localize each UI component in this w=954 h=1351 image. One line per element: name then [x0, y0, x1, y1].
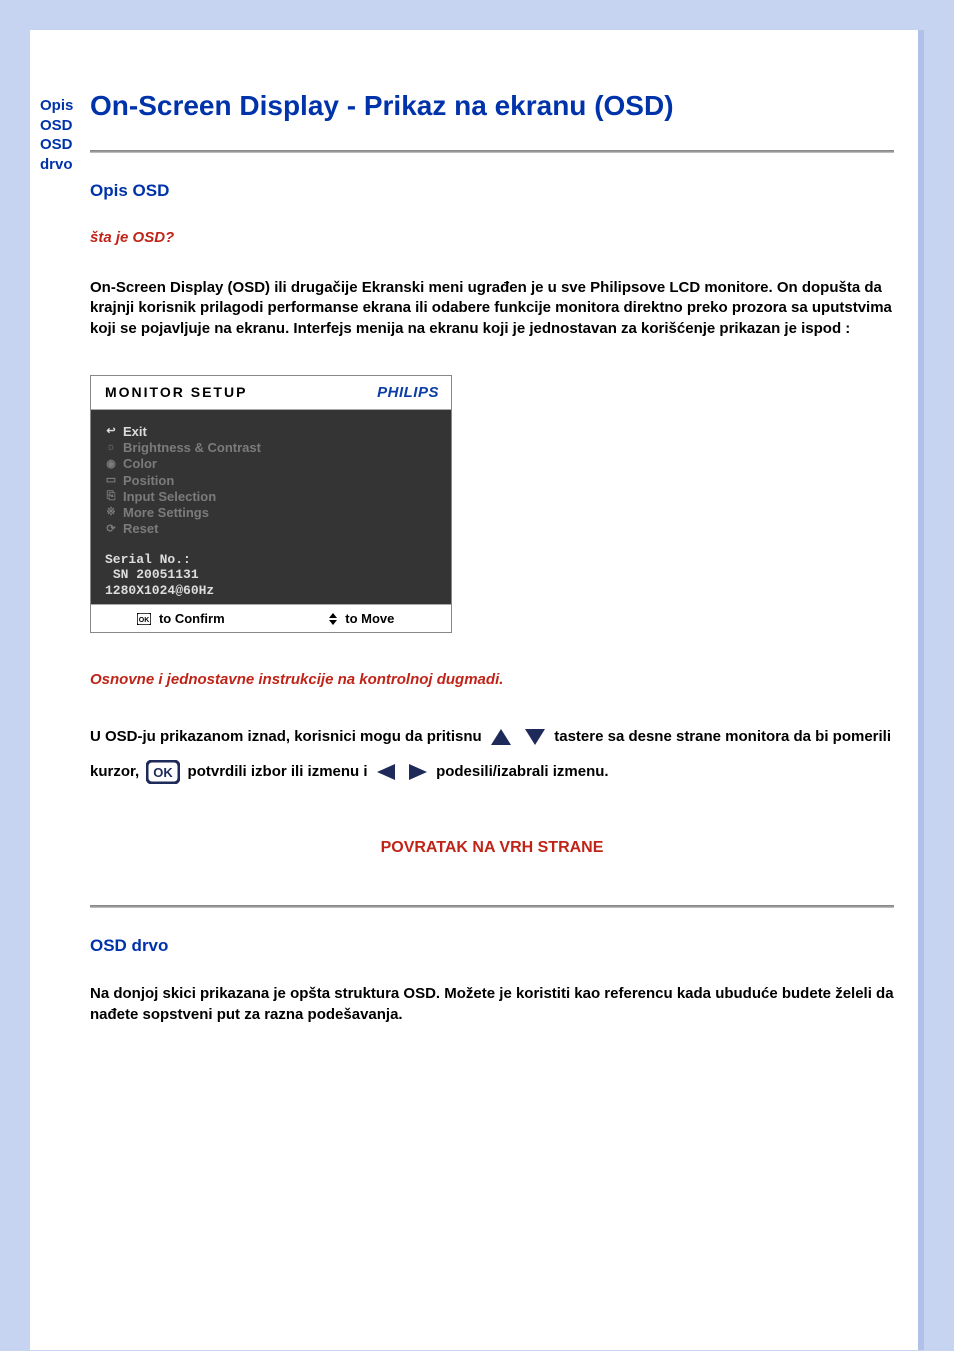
down-arrow-icon [523, 727, 547, 747]
left-arrow-icon [375, 762, 397, 782]
rect-icon: ▭ [105, 474, 117, 488]
osd-menu-item: ▭ Position [105, 473, 437, 489]
instr-text-1: U OSD-ju prikazanom iznad, korisnici mog… [90, 728, 486, 745]
up-arrow-icon [489, 727, 513, 747]
osd-serial-value: SN 20051131 [113, 567, 199, 582]
io-icon: ⎘ [105, 490, 117, 504]
intro-paragraph: On-Screen Display (OSD) ili drugačije Ek… [90, 278, 894, 339]
instructions-paragraph: U OSD-ju prikazanom iznad, korisnici mog… [90, 720, 894, 789]
osd-menu-item-label: Position [123, 473, 174, 489]
back-to-top-link[interactable]: POVRATAK NA VRH STRANE [381, 839, 604, 856]
osd-menu-item-label: Brightness & Contrast [123, 440, 261, 456]
instr-text-4: podesili/izabrali izmenu. [436, 763, 609, 780]
divider [90, 905, 894, 908]
sidebar-link-opis-osd[interactable]: Opis OSD [40, 96, 90, 135]
osd-header: MONITOR SETUP PHILIPS [91, 376, 451, 410]
up-down-icon [328, 613, 338, 625]
osd-menu-item: ◉ Color [105, 456, 437, 472]
ok-button-icon: OK [146, 760, 180, 784]
osd-brand-logo: PHILIPS [377, 384, 439, 401]
ok-square-icon: OK [137, 613, 151, 625]
osd-footer: OK to Confirm to Move [91, 604, 451, 632]
main-content: On-Screen Display - Prikaz na ekranu (OS… [90, 90, 908, 1061]
osd-footer-confirm: OK to Confirm [91, 611, 271, 626]
back-to-top: POVRATAK NA VRH STRANE [90, 839, 894, 857]
osd-screenshot: MONITOR SETUP PHILIPS ↩ Exit ☼ Brightness &… [90, 375, 452, 634]
sun-icon: ☼ [105, 441, 117, 455]
osd-footer-move: to Move [271, 611, 451, 626]
osd-menu-item-label: Color [123, 456, 157, 472]
osd-menu-item-label: More Settings [123, 505, 209, 521]
osd-menu-item-label: Reset [123, 521, 158, 537]
osd-menu-body: ↩ Exit ☼ Brightness & Contrast ◉ Color ▭ Positi… [91, 410, 451, 605]
divider [90, 150, 894, 153]
osd-drvo-paragraph: Na donjoj skici prikazana je opšta struk… [90, 984, 894, 1025]
subheading-sta-je-osd: šta je OSD? [90, 229, 894, 246]
osd-menu-item: ※ More Settings [105, 505, 437, 521]
osd-resolution: 1280X1024@60Hz [105, 583, 214, 598]
sidebar-link-osd-drvo[interactable]: OSD drvo [40, 135, 90, 174]
osd-menu-item: ☼ Brightness & Contrast [105, 440, 437, 456]
sidebar: Opis OSD OSD drvo [40, 90, 90, 174]
svg-text:OK: OK [154, 765, 174, 780]
gear-icon: ※ [105, 506, 117, 520]
page-title: On-Screen Display - Prikaz na ekranu (OS… [90, 90, 894, 122]
right-arrow-icon [407, 762, 429, 782]
osd-menu-item: ⎘ Input Selection [105, 489, 437, 505]
section-heading-opis-osd: Opis OSD [90, 181, 894, 201]
back-icon: ↩ [105, 425, 117, 439]
osd-title: MONITOR SETUP [105, 384, 247, 400]
osd-serial-block: Serial No.: SN 20051131 1280X1024@60Hz [105, 552, 437, 599]
section-heading-osd-drvo: OSD drvo [90, 936, 894, 956]
svg-text:OK: OK [139, 617, 150, 624]
osd-menu-item-label: Input Selection [123, 489, 216, 505]
osd-menu-item: ⟳ Reset [105, 521, 437, 537]
osd-serial-label: Serial No.: [105, 552, 191, 567]
circle-icon: ◉ [105, 458, 117, 472]
page: Opis OSD OSD drvo On-Screen Display - Pr… [30, 30, 924, 1350]
reset-icon: ⟳ [105, 523, 117, 537]
osd-menu-item: ↩ Exit [105, 424, 437, 440]
instr-text-3: potvrdili izbor ili izmenu i [188, 763, 372, 780]
subheading-instrukcije: Osnovne i jednostavne instrukcije na kon… [90, 671, 894, 688]
two-column-layout: Opis OSD OSD drvo On-Screen Display - Pr… [40, 90, 908, 1061]
osd-menu-item-label: Exit [123, 424, 147, 440]
